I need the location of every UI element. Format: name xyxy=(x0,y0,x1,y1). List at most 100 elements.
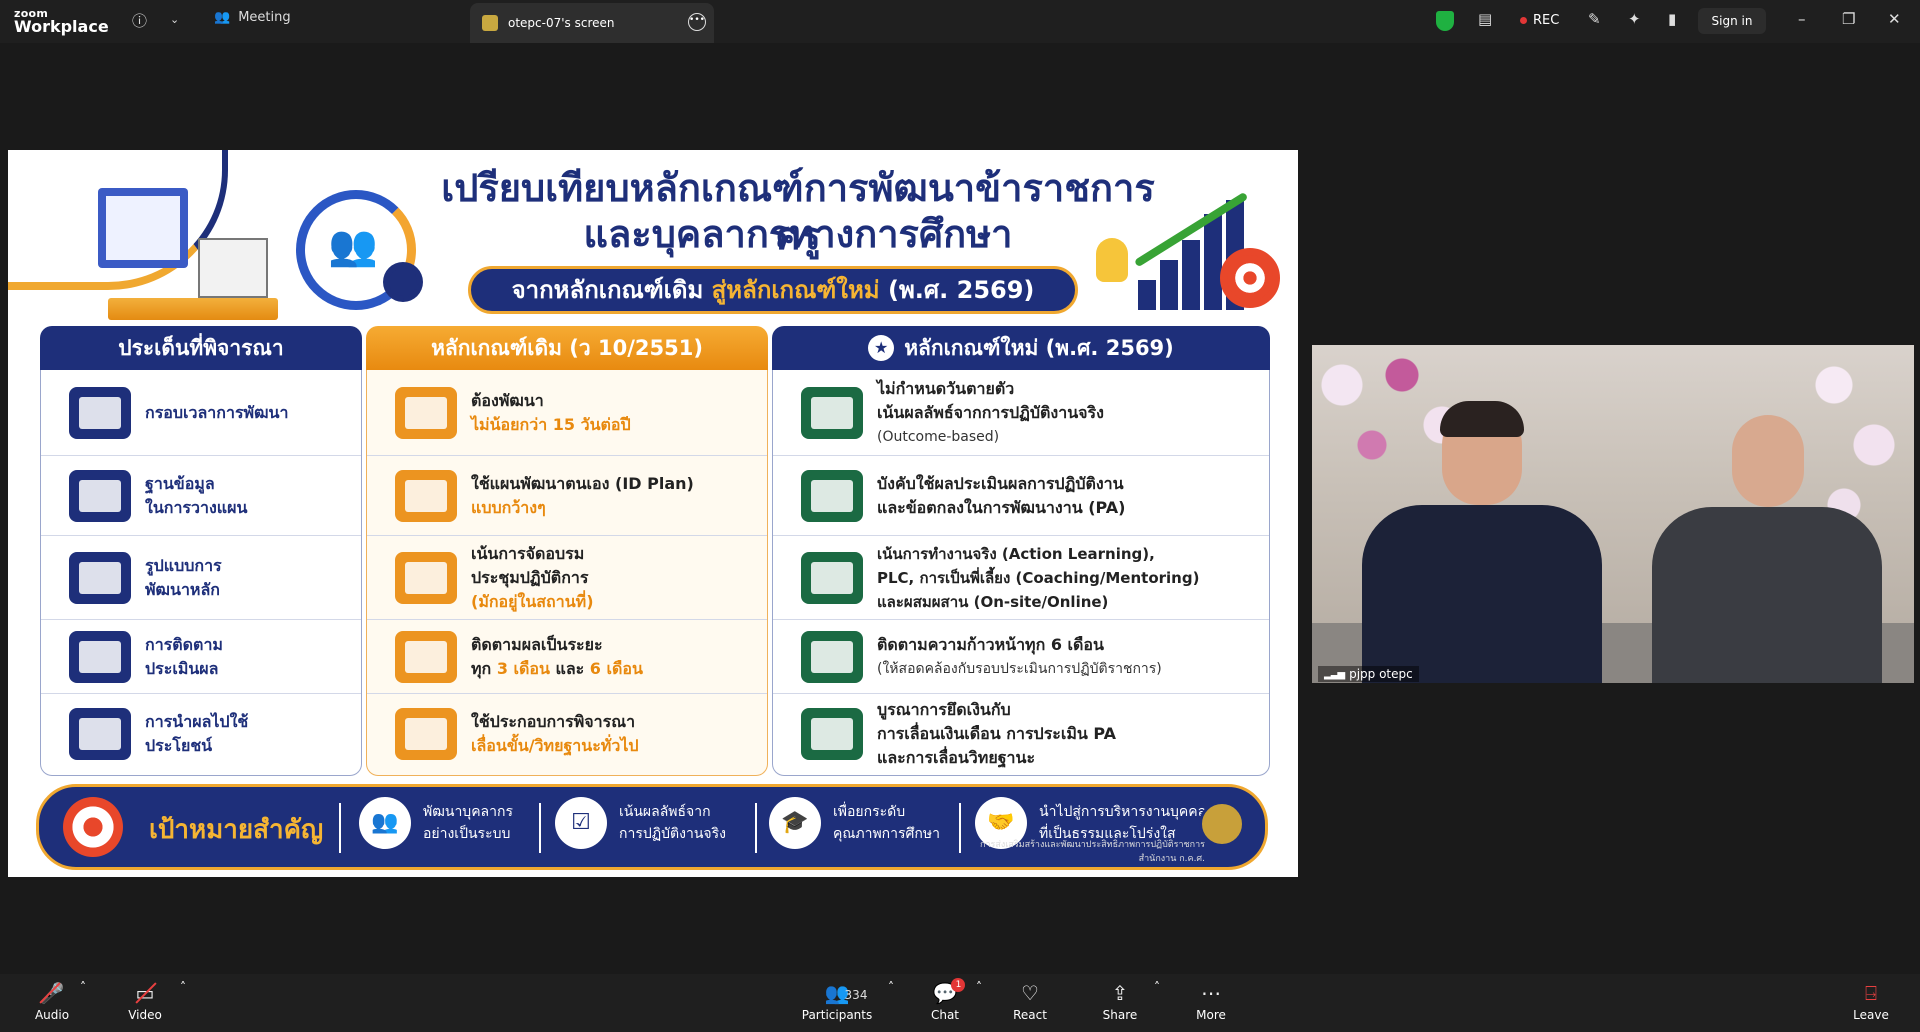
pen-icon[interactable]: ✎ xyxy=(1588,10,1601,28)
react-label: React xyxy=(1013,1008,1047,1022)
ai-companion-icon[interactable]: ✦ xyxy=(1628,10,1641,28)
slide-subtitle: จากหลักเกณฑ์เดิม สู่หลักเกณฑ์ใหม่ (พ.ศ. … xyxy=(468,266,1078,314)
footnote: การส่งเสริมสร้างและพัฒนาประสิทธิภาพการปฏ… xyxy=(980,837,1205,865)
react-button[interactable]: ♡ React xyxy=(995,980,1065,1022)
header-topic: ประเด็นที่พิจารณา xyxy=(40,326,362,370)
meeting-tab-label: Meeting xyxy=(238,10,291,25)
topic-line1: การนำผลไปใช้ xyxy=(145,712,249,731)
topic-line1: ฐานข้อมูล xyxy=(145,473,215,493)
goal-line1: พัฒนาบุคลากร xyxy=(423,804,513,820)
subtitle-part2: สู่หลักเกณฑ์ใหม่ xyxy=(711,276,880,304)
books-icon xyxy=(108,298,278,320)
recording-indicator[interactable]: REC xyxy=(1520,13,1559,28)
minimize-button[interactable]: – xyxy=(1798,10,1806,28)
meeting-tab[interactable]: 👥 Meeting xyxy=(214,10,291,25)
second-person xyxy=(1642,409,1892,683)
heart-icon: ♡ xyxy=(1021,981,1039,1005)
video-label: Video xyxy=(128,1008,162,1022)
topic-column: กรอบเวลาการพัฒนา ฐานข้อมูลในการวางแผน รู… xyxy=(40,370,362,776)
new-line2: เน้นผลลัพธ์จากการปฏิบัติงานจริง xyxy=(877,402,1104,422)
footnote-line2: สำนักงาน ก.ค.ศ. xyxy=(1138,854,1205,864)
video-options-caret-icon[interactable]: ˄ xyxy=(148,980,218,994)
meeting-people-icon: 👥 xyxy=(214,10,231,25)
topic-line2: ในการวางแผน xyxy=(145,497,248,517)
encryption-shield-icon[interactable] xyxy=(1436,11,1454,31)
new-text: เน้นการทำงานจริง (Action Learning), PLC, … xyxy=(877,542,1199,614)
topic-row: การติดตาม ประเมินผล xyxy=(41,620,361,694)
divider xyxy=(339,803,341,853)
old-line1: ใช้แผนพัฒนาตนเอง (ID Plan) xyxy=(471,473,694,493)
participant-video-tile[interactable] xyxy=(1312,345,1914,683)
goals-title: เป้าหมายสำคัญ xyxy=(149,815,324,845)
old-line2: ไม่น้อยกว่า 15 วันต่อปี xyxy=(471,414,631,434)
topic-line1: รูปแบบการ xyxy=(145,555,222,575)
new-row: บังคับใช้ผลประเมินผลการปฏิบัติงาน และข้อต… xyxy=(773,456,1269,536)
calendar-clock-icon xyxy=(69,386,131,439)
more-button[interactable]: ⋯ More xyxy=(1176,980,1246,1022)
checklist-icon: ☑ xyxy=(555,797,607,849)
goals-banner: เป้าหมายสำคัญ 👥 พัฒนาบุคลากร อย่างเป็นระบ… xyxy=(36,784,1268,870)
topic-line1: กรอบเวลาการพัฒนา xyxy=(145,402,289,422)
old-line3: (มักอยู่ในสถานที่) xyxy=(471,591,594,611)
old-row: เน้นการจัดอบรมประชุมปฏิบัติการ (มักอยู่ใน… xyxy=(367,536,767,620)
divider xyxy=(959,803,961,853)
person-hair xyxy=(1440,401,1524,437)
new-text: ไม่กำหนดวันตายตัว เน้นผลลัพธ์จากการปฏิบัต… xyxy=(877,377,1104,449)
chevron-down-icon[interactable]: ⌄ xyxy=(170,13,179,26)
info-icon[interactable]: ⓘ xyxy=(132,10,147,31)
share-label: Share xyxy=(1102,1008,1138,1022)
old-line2d: 6 เดือน xyxy=(589,658,643,678)
footnote-line1: การส่งเสริมสร้างและพัฒนาประสิทธิภาพการปฏ… xyxy=(980,840,1205,850)
training-presentation-icon xyxy=(69,551,131,604)
audio-options-caret-icon[interactable]: ˄ xyxy=(48,980,118,994)
shared-screen-tab-label: otepc-07's screen xyxy=(508,16,615,30)
topic-row: รูปแบบการ พัฒนาหลัก xyxy=(41,536,361,620)
participants-icon: 👥 334 xyxy=(825,980,868,1006)
calendar-check-icon xyxy=(801,386,863,439)
goal-item: 👥 พัฒนาบุคลากร อย่างเป็นระบบ xyxy=(359,797,513,849)
more-options-icon[interactable]: ••• xyxy=(688,13,706,31)
apps-icon[interactable]: ▮ xyxy=(1668,10,1676,28)
old-row: ติดตามผลเป็นระยะ ทุก 3 เดือน และ 6 เดือน xyxy=(367,620,767,694)
subtitle-part1: จากหลักเกณฑ์เดิม xyxy=(511,276,704,304)
topic-text: การติดตาม ประเมินผล xyxy=(145,633,223,681)
topic-row: กรอบเวลาการพัฒนา xyxy=(41,370,361,456)
new-row: บูรณาการยึดเงินกับ การเลื่อนเงินเดือน การ… xyxy=(773,694,1269,774)
old-row: ใช้แผนพัฒนาตนเอง (ID Plan) แบบกว้างๆ xyxy=(367,456,767,536)
person-body xyxy=(1652,507,1882,683)
new-row: ไม่กำหนดวันตายตัว เน้นผลลัพธ์จากการปฏิบัต… xyxy=(773,370,1269,456)
participant-name-label: ▂▃▅ pjpp otepc xyxy=(1318,666,1419,682)
new-criteria-column: ไม่กำหนดวันตายตัว เน้นผลลัพธ์จากการปฏิบัต… xyxy=(772,370,1270,776)
team-cycle-icon: 👥 xyxy=(288,182,428,312)
title-bar: zoom Workplace ⓘ ⌄ 👥 Meeting otepc-07's … xyxy=(0,0,1920,43)
award-medal-icon xyxy=(395,708,457,760)
growth-bar-icon xyxy=(1204,214,1222,310)
goal-text: พัฒนาบุคลากร อย่างเป็นระบบ xyxy=(423,801,513,845)
shared-screen-tab[interactable]: otepc-07's screen ••• xyxy=(470,3,714,43)
goal-text: เน้นผลลัพธ์จาก การปฏิบัติงานจริง xyxy=(619,801,726,845)
leave-button[interactable]: ⍈ Leave xyxy=(1836,980,1906,1022)
gear-icon xyxy=(383,262,423,302)
people-icon: 👥 xyxy=(359,797,411,849)
new-line3: (Outcome-based) xyxy=(877,428,1000,445)
new-text: บังคับใช้ผลประเมินผลการปฏิบัติงาน และข้อต… xyxy=(877,472,1125,520)
audio-label: Audio xyxy=(34,1008,70,1022)
target-icon xyxy=(801,708,863,760)
old-line1: ติดตามผลเป็นระยะ xyxy=(471,634,603,654)
topic-text: การนำผลไปใช้ ประโยชน์ xyxy=(145,710,248,758)
lightbulb-icon xyxy=(1096,238,1128,282)
new-text: ติดตามความก้าวหน้าทุก 6 เดือน (ให้สอดคล้อ… xyxy=(877,633,1162,681)
old-line1: เน้นการจัดอบรม xyxy=(471,543,585,563)
old-line2: ประชุมปฏิบัติการ xyxy=(471,567,589,587)
id-plan-document-icon xyxy=(395,469,457,522)
restore-button[interactable]: ❐ xyxy=(1842,10,1855,28)
growth-bar-icon xyxy=(1138,280,1156,310)
growth-bar-icon xyxy=(1182,240,1200,310)
new-line1: เน้นการทำงานจริง (Action Learning), xyxy=(877,544,1155,563)
close-button[interactable]: ✕ xyxy=(1888,10,1901,28)
old-text: ใช้ประกอบการพิจารณา เลื่อนขั้น/วิทยฐานะทั… xyxy=(471,710,639,758)
notes-icon[interactable]: ▤ xyxy=(1478,10,1492,28)
leave-door-icon: ⍈ xyxy=(1865,981,1877,1005)
old-criteria-column: ต้องพัฒนา ไม่น้อยกว่า 15 วันต่อปี ใช้แผนพ… xyxy=(366,370,768,776)
sign-in-button[interactable]: Sign in xyxy=(1698,8,1766,34)
